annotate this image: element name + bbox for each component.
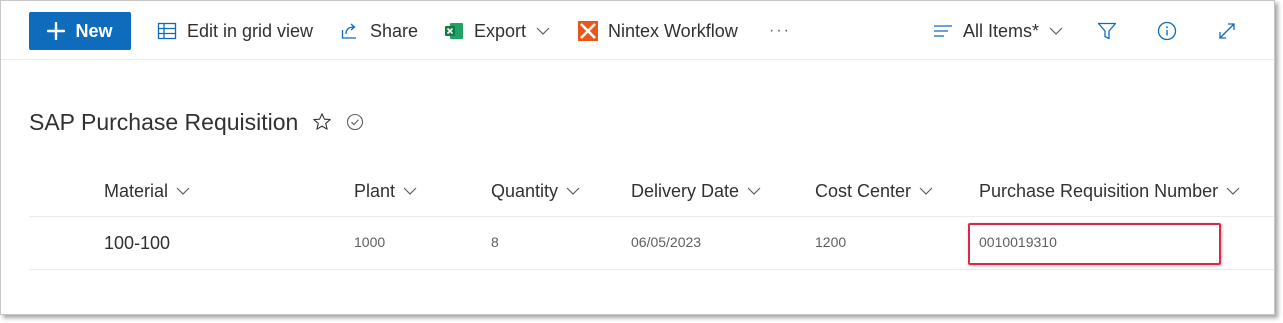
column-header-label: Delivery Date (631, 180, 740, 201)
share-button[interactable]: Share (340, 12, 418, 50)
share-label: Share (370, 20, 419, 41)
edit-grid-label: Edit in grid view (187, 20, 314, 41)
list-title-row: SAP Purchase Requisition (29, 105, 364, 139)
column-header-label: Quantity (491, 180, 559, 201)
check-circle-icon (347, 113, 364, 131)
cell-quantity: 8 (491, 234, 499, 250)
star-icon[interactable] (312, 112, 332, 132)
nintex-workflow-button[interactable]: Nintex Workflow (578, 12, 738, 50)
chevron-down-icon (919, 187, 933, 195)
filter-icon (1097, 22, 1117, 40)
filter-button[interactable] (1091, 15, 1123, 47)
info-button[interactable] (1151, 15, 1183, 47)
chevron-down-icon (1226, 187, 1240, 195)
expand-button[interactable] (1211, 15, 1243, 47)
chevron-down-icon (566, 187, 580, 195)
chevron-down-icon (176, 187, 190, 195)
new-button-label: New (75, 20, 113, 41)
column-header-quantity[interactable]: Quantity (491, 177, 580, 205)
plus-icon (47, 22, 66, 40)
header-divider (29, 216, 1274, 217)
column-header-label: Purchase Requisition Number (979, 180, 1219, 201)
column-header-label: Plant (354, 180, 396, 201)
column-header-purchase-requisition-number[interactable]: Purchase Requisition Number (979, 177, 1240, 205)
more-label: ··· (769, 22, 791, 39)
column-header-plant[interactable]: Plant (354, 177, 417, 205)
cell-material[interactable]: 100-100 (104, 231, 170, 255)
info-icon (1157, 21, 1177, 41)
edit-grid-button[interactable]: Edit in grid view (157, 12, 313, 50)
column-header-label: Material (104, 180, 169, 201)
cell-cost-center: 1200 (815, 234, 847, 250)
nintex-label: Nintex Workflow (608, 20, 738, 41)
new-button[interactable]: New (29, 12, 131, 50)
lines-icon (934, 25, 952, 37)
expand-icon (1219, 23, 1235, 39)
cell-plant: 1000 (354, 234, 386, 250)
export-button[interactable]: Export (444, 12, 550, 50)
chevron-down-icon (1049, 27, 1063, 35)
share-icon (341, 23, 356, 39)
chevron-down-icon (536, 27, 550, 35)
chevron-down-icon (747, 187, 761, 195)
chevron-down-icon (403, 187, 417, 195)
highlight-box (968, 223, 1221, 265)
command-bar: New Edit in grid view Share Export Ninte… (1, 1, 1274, 60)
page-title: SAP Purchase Requisition (29, 108, 299, 135)
cell-delivery-date: 06/05/2023 (631, 234, 702, 250)
column-header-cost-center[interactable]: Cost Center (815, 177, 933, 205)
excel-icon (445, 23, 463, 39)
column-header-material[interactable]: Material (104, 177, 190, 205)
grid-icon (157, 22, 177, 40)
column-header-label: Cost Center (815, 180, 912, 201)
row-divider (29, 269, 1274, 270)
view-selector[interactable]: All Items* (933, 12, 1063, 50)
column-header-delivery-date[interactable]: Delivery Date (631, 177, 761, 205)
view-label: All Items* (963, 20, 1040, 41)
export-label: Export (474, 20, 527, 41)
more-button[interactable]: ··· (769, 12, 791, 50)
list-view-frame: New Edit in grid view Share Export Ninte… (0, 0, 1275, 315)
nintex-icon (578, 21, 598, 41)
